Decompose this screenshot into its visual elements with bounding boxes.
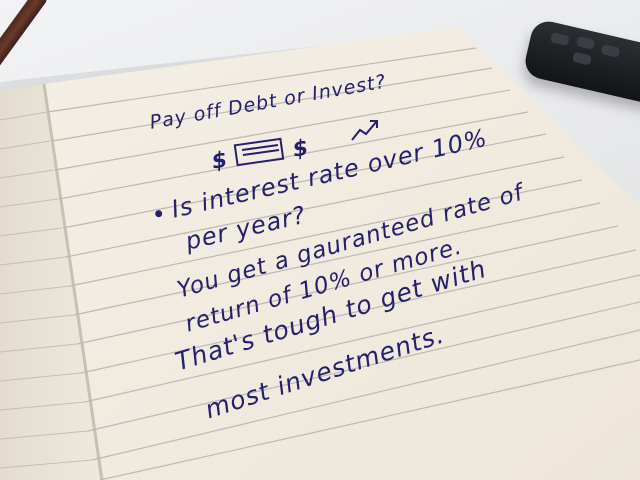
right-page — [44, 27, 640, 480]
photo-scene: Pay off Debt or Invest? $ $ • Is interes… — [0, 0, 640, 480]
notebook — [0, 27, 640, 480]
